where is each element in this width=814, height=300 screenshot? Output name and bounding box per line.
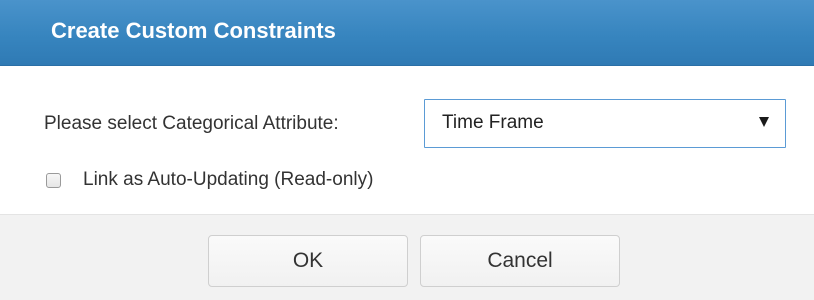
auto-update-checkbox[interactable] xyxy=(46,172,61,188)
dialog-title: Create Custom Constraints xyxy=(51,18,336,43)
attribute-select-value: Time Frame xyxy=(442,112,544,133)
dialog-titlebar[interactable]: Create Custom Constraints xyxy=(0,0,814,66)
cancel-button[interactable]: Cancel xyxy=(420,235,620,287)
attribute-select-row: Please select Categorical Attribute: Tim… xyxy=(44,99,786,149)
chevron-down-icon xyxy=(759,117,769,127)
auto-update-label[interactable]: Link as Auto-Updating (Read-only) xyxy=(83,169,373,191)
attribute-select[interactable]: Time Frame xyxy=(424,99,786,148)
auto-update-row: Link as Auto-Updating (Read-only) xyxy=(46,168,373,192)
dialog-footer: OK Cancel xyxy=(0,214,814,300)
create-custom-constraints-dialog: Create Custom Constraints Please select … xyxy=(0,0,814,300)
dialog-content: Please select Categorical Attribute: Tim… xyxy=(0,66,814,214)
attribute-select-label: Please select Categorical Attribute: xyxy=(44,113,339,134)
ok-button[interactable]: OK xyxy=(208,235,408,287)
